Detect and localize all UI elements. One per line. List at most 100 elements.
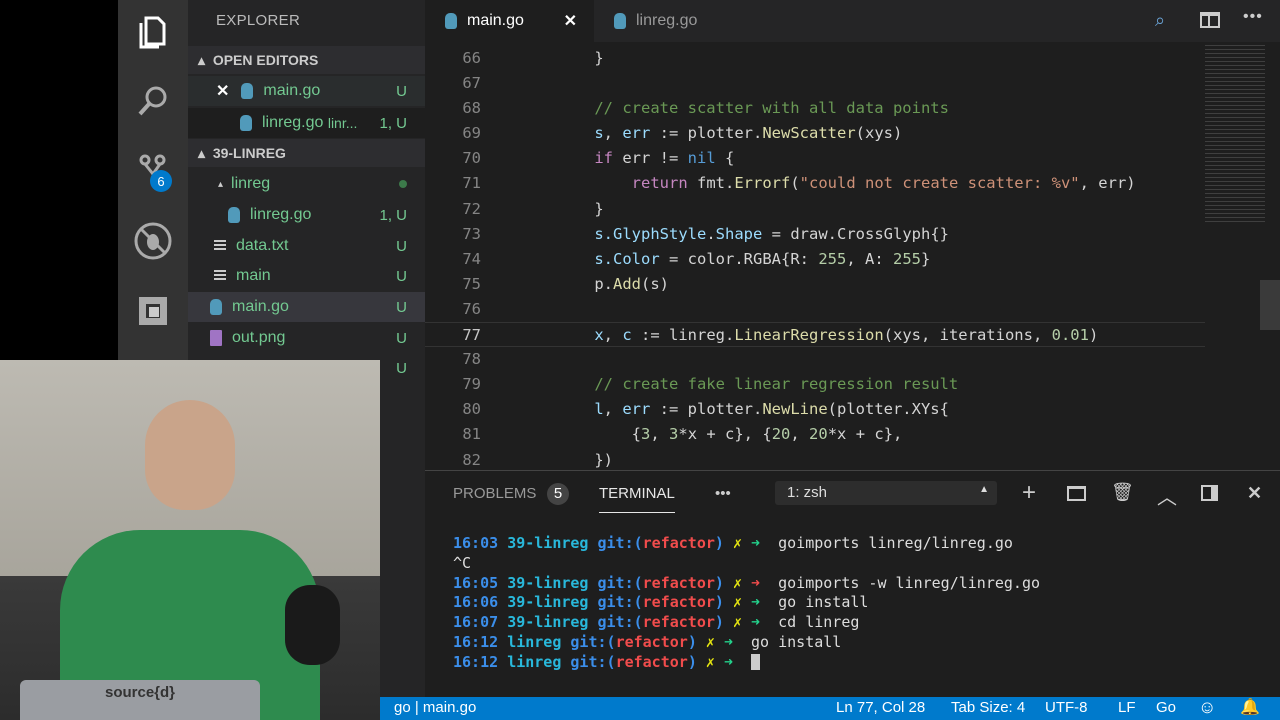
file-item[interactable]: data.txt U [188, 231, 425, 261]
folder-linreg[interactable]: ▴ linreg [188, 169, 425, 199]
file-description: linr... [327, 115, 358, 131]
tab-main-go[interactable]: main.go ✕ [425, 0, 593, 42]
tab-linreg-go[interactable]: linreg.go [593, 0, 757, 42]
terminal-token: ➜ [723, 652, 742, 671]
code-token: } [557, 49, 604, 67]
source-control-icon[interactable]: 6 [118, 146, 188, 196]
terminal-token: git:( [597, 613, 643, 632]
open-editors-header[interactable]: ▴ OPEN EDITORS [188, 46, 425, 74]
line-ending[interactable]: LF [1118, 699, 1136, 716]
tab-label: main.go [467, 12, 524, 29]
file-item[interactable]: main U [188, 261, 425, 291]
webcam-overlay: source{d} [0, 360, 380, 720]
tab-size[interactable]: Tab Size: 4 [951, 699, 1025, 716]
explorer-icon[interactable] [118, 8, 188, 58]
file-item[interactable]: out.png U [188, 323, 425, 353]
scrollbar-thumb[interactable] [1260, 280, 1280, 330]
code-token: Add [613, 274, 641, 293]
open-preview-icon[interactable]: ⌕ [1155, 10, 1165, 31]
more-actions-icon[interactable]: ••• [1243, 8, 1263, 26]
file-item[interactable]: linreg.go 1, U [188, 200, 425, 230]
status-go-file[interactable]: go | main.go [394, 699, 476, 716]
code-token: {R: [781, 249, 819, 268]
extensions-icon[interactable] [118, 286, 188, 336]
encoding[interactable]: UTF-8 [1045, 699, 1088, 716]
terminal-cursor [751, 654, 761, 671]
terminal-output[interactable]: 16:03 39-linreg git:(refactor) ✗ ➜ goimp… [453, 533, 1040, 672]
code-line[interactable]: 70 if err != nil { [425, 146, 1205, 171]
code-line[interactable]: 66 } [425, 46, 1205, 71]
code-line[interactable]: 81 {3, 3*x + c}, {20, 20*x + c}, [425, 422, 1205, 447]
code-token: 3 [641, 425, 651, 444]
close-icon[interactable]: ✕ [216, 81, 229, 101]
code-line[interactable]: 74 s.Color = color.RGBA{R: 255, A: 255} [425, 247, 1205, 272]
terminal-token: git:( [570, 632, 616, 651]
split-editor-icon[interactable] [1200, 12, 1220, 28]
code-token: 0.01 [1051, 326, 1089, 345]
close-tab-icon[interactable]: ✕ [564, 11, 577, 31]
code-line[interactable]: 72 } [425, 197, 1205, 222]
code-line[interactable]: 73 s.GlyphStyle.Shape = draw.CrossGlyph{… [425, 222, 1205, 247]
terminal-token: ✗ [705, 652, 724, 671]
terminal-select[interactable]: 1: zsh ▲ [775, 481, 997, 505]
debug-icon[interactable] [118, 216, 188, 266]
code-line[interactable]: 76 [425, 297, 1205, 322]
new-terminal-icon[interactable]: + [1022, 479, 1036, 507]
feedback-smiley-icon[interactable]: ☺ [1198, 697, 1216, 718]
code-token: NewScatter [762, 124, 856, 143]
terminal-token: git:( [570, 652, 616, 671]
open-editor-item[interactable]: linreg.go linr... 1, U [188, 108, 425, 138]
code-line[interactable]: 78 [425, 347, 1205, 372]
split-terminal-icon[interactable] [1067, 486, 1086, 501]
tab-terminal[interactable]: TERMINAL [599, 485, 675, 513]
close-panel-icon[interactable]: ✕ [1247, 483, 1262, 504]
file-item-selected[interactable]: main.go U [188, 292, 425, 322]
code-area[interactable]: 66 } 67 68 // create scatter with all data… [425, 46, 1205, 473]
code-line[interactable]: 75 p.Add(s) [425, 272, 1205, 297]
search-icon[interactable] [118, 76, 188, 126]
line-number: 81 [462, 425, 481, 444]
code-token: RGBA [743, 249, 781, 268]
code-token: , A: [846, 249, 893, 268]
code-text: return fmt.Errorf("could not create scat… [557, 171, 1136, 196]
language-mode[interactable]: Go [1156, 699, 1176, 716]
notifications-bell-icon[interactable]: 🔔 [1240, 697, 1260, 717]
open-editor-item[interactable]: ✕ main.go U [188, 76, 425, 106]
trash-icon[interactable]: 🗑 [1111, 482, 1134, 503]
tab-problems[interactable]: PROBLEMS [453, 485, 536, 502]
line-number: 80 [462, 400, 481, 419]
more-icon[interactable]: ••• [715, 485, 731, 502]
code-line[interactable]: 77 x, c := linreg.LinearRegression(xys, … [425, 322, 1205, 348]
line-number: 70 [462, 149, 481, 168]
code-line[interactable]: 67 [425, 71, 1205, 96]
terminal-line: 16:07 39-linreg git:(refactor) ✗ ➜ cd li… [453, 612, 1040, 632]
code-line[interactable]: 79 // create fake linear regression resu… [425, 372, 1205, 397]
code-line[interactable]: 69 s, err := plotter.NewScatter(xys) [425, 121, 1205, 146]
code-token: , [603, 326, 623, 345]
problems-count-badge: 5 [547, 483, 569, 505]
line-number: 71 [462, 174, 481, 193]
go-file-icon [614, 13, 626, 29]
code-line[interactable]: 68 // create scatter with all data point… [425, 96, 1205, 121]
git-status: 1, U [379, 206, 407, 224]
code-token: , [650, 425, 670, 444]
terminal-line: 16:12 linreg git:(refactor) ✗ ➜ [453, 652, 1040, 672]
git-status: U [396, 329, 407, 347]
code-token: c [622, 326, 632, 345]
toggle-panel-position-icon[interactable] [1201, 485, 1218, 501]
code-line[interactable]: 82 }) [425, 448, 1205, 473]
line-number: 76 [462, 299, 481, 318]
code-line[interactable]: 71 return fmt.Errorf("could not create s… [425, 171, 1205, 196]
code-token: := plotter. [650, 400, 763, 419]
cursor-position[interactable]: Ln 77, Col 28 [836, 699, 925, 716]
code-line[interactable]: 80 l, err := plotter.NewLine(plotter.XYs… [425, 397, 1205, 422]
terminal-token: git:( [597, 573, 643, 592]
project-header[interactable]: ▴ 39-LINREG [188, 139, 425, 167]
code-token: 20 [771, 425, 791, 444]
minimap[interactable] [1205, 42, 1265, 222]
maximize-panel-icon[interactable]: ︿ [1157, 481, 1177, 510]
terminal-token: refactor [642, 573, 715, 592]
code-token: (xys, iterations, [883, 326, 1052, 345]
terminal-token: 39-linreg [507, 573, 598, 592]
code-token: *x + c}, { [678, 425, 772, 444]
